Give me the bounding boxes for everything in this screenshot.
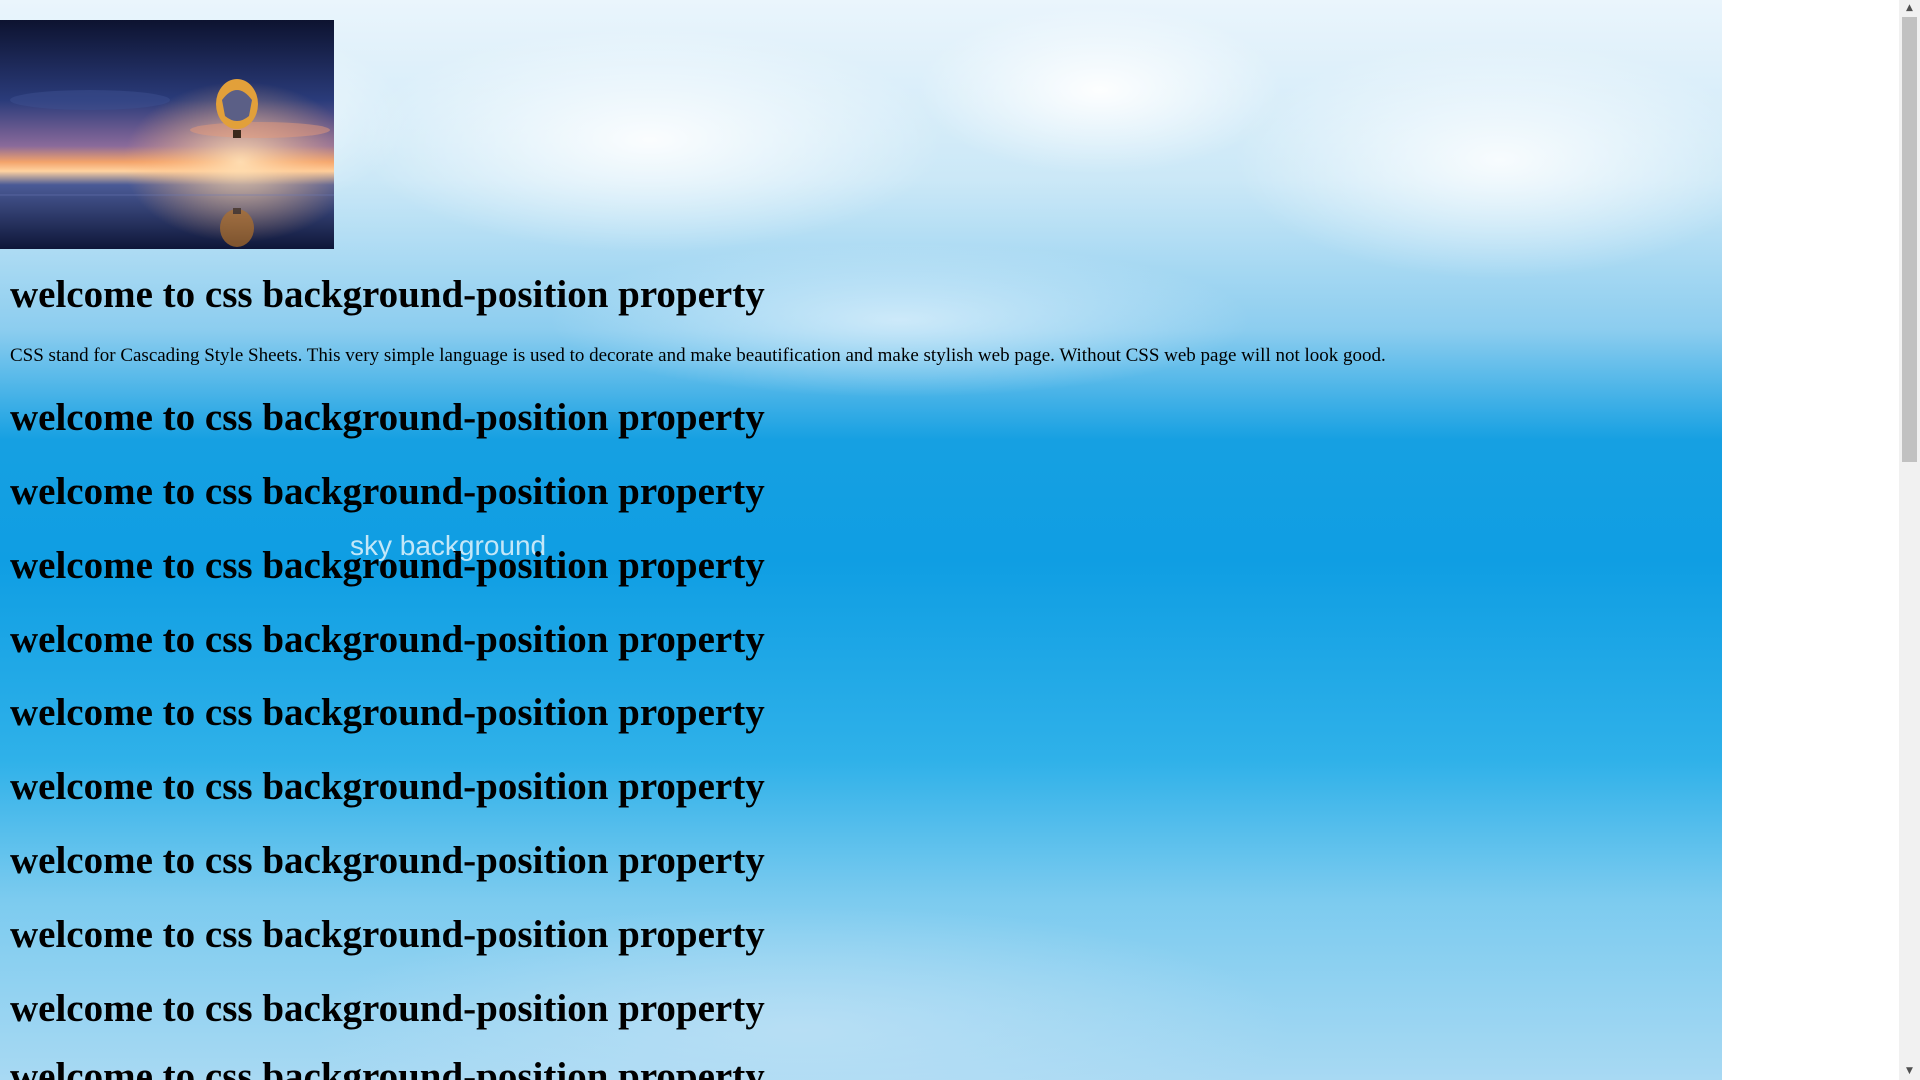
page-heading: welcome to css background-position prope… [10, 765, 765, 808]
page-heading: welcome to css background-position prope… [10, 470, 765, 513]
page-heading: welcome to css background-position prope… [10, 273, 765, 316]
page-heading: welcome to css background-position prope… [10, 1055, 765, 1080]
page-heading: welcome to css background-position prope… [10, 396, 765, 439]
scroll-up-arrow-icon[interactable]: ▲ [1899, 0, 1920, 17]
scroll-down-arrow-icon[interactable]: ▼ [1899, 1063, 1920, 1080]
page-heading: welcome to css background-position prope… [10, 691, 765, 734]
scrollbar-thumb[interactable] [1902, 17, 1917, 462]
page-heading: welcome to css background-position prope… [10, 839, 765, 882]
intro-paragraph: CSS stand for Cascading Style Sheets. Th… [10, 345, 1386, 366]
page-heading: welcome to css background-position prope… [10, 913, 765, 956]
hot-air-balloon-image [0, 20, 334, 249]
page-heading: welcome to css background-position prope… [10, 544, 765, 587]
page-heading: welcome to css background-position prope… [10, 618, 765, 661]
page-heading: welcome to css background-position prope… [10, 987, 765, 1030]
page-viewport: sky background welcome to css background… [0, 0, 1899, 1080]
